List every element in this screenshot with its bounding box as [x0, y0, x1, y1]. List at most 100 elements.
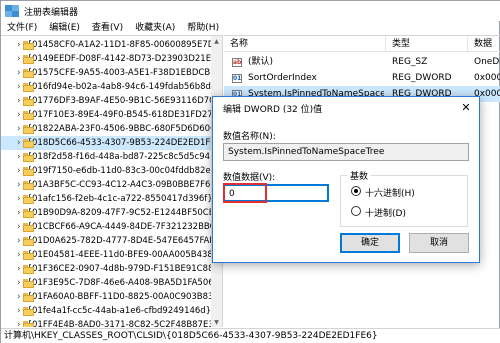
tree-item[interactable]: › {01afc156-f2eb-4c1c-a722-8550417d396f}	[1, 192, 213, 206]
tree-item[interactable]: › {01458CF0-A1A2-11D1-8F85-00600895E7D5}	[1, 38, 222, 52]
menu-view[interactable]: 查看(V)	[86, 21, 129, 35]
value-data-cell: 0x0000	[474, 73, 500, 83]
tree-item[interactable]: › {016fd94e-b02a-4ab8-94c6-149fdab56b8d}	[1, 80, 216, 94]
close-icon[interactable]: ✕	[459, 101, 473, 115]
tree-item[interactable]: › {018f2d58-f16d-448a-bd87-225c8c5d5c94}	[1, 150, 215, 164]
chevron-right-icon[interactable]: ›	[17, 166, 21, 176]
reg-binary-icon: 01	[232, 74, 242, 83]
value-type-cell: REG_DWORD	[392, 73, 452, 83]
value-name-field: System.IsPinnedToNameSpaceTree	[223, 143, 469, 161]
menu-edit[interactable]: 编辑(E)	[43, 21, 86, 35]
chevron-right-icon[interactable]: ›	[17, 138, 21, 148]
chevron-right-icon[interactable]: ›	[17, 320, 21, 327]
tree-item-label: {01afc156-f2eb-4c1c-a722-8550417d396f}	[26, 194, 213, 204]
tree-item[interactable]: › {01FA60A0-BBFF-11D0-8825-00A0C903B83C}	[1, 290, 222, 304]
key-tree-pane: › {01458CF0-A1A2-11D1-8F85-00600895E7D5} ›…	[1, 35, 223, 327]
column-header-data[interactable]: 数据	[468, 36, 500, 52]
base-dec-label[interactable]: 十进制(D)	[365, 206, 406, 219]
tree-item[interactable]: › {01F36CE2-0907-4d8b-979D-F151BE91C883}	[1, 262, 222, 276]
base-hex-label[interactable]: 十六进制(H)	[365, 186, 415, 199]
menu-favorites[interactable]: 收藏夹(A)	[129, 21, 181, 35]
value-data-highlight	[223, 183, 267, 203]
chevron-right-icon[interactable]: ›	[17, 306, 21, 316]
reg-string-icon: ab	[232, 58, 242, 67]
tree-item[interactable]: › {01FF4E4B-8AD0-3171-8C82-5C2F48B87E3D}	[1, 318, 222, 327]
chevron-right-icon[interactable]: ›	[17, 54, 21, 64]
tree-item-label: {01D0A625-782D-4777-8D4E-547E6457FAD5}	[26, 236, 223, 246]
tree-item[interactable]: › {0149EEDF-D08F-4142-8D73-D23903D21E90}	[1, 52, 222, 66]
tree-item-label: {017F10E3-89E4-49F0-B545-618DE31FD27C}	[26, 110, 223, 120]
chevron-right-icon[interactable]: ›	[17, 236, 21, 246]
tree-item[interactable]: › {01776DF3-B9AF-4E50-9B1C-56E93116D704}	[1, 94, 222, 108]
dialog-title-bar: 编辑 DWORD (32 位)值 ✕	[213, 97, 479, 119]
window-title: 注册表编辑器	[24, 7, 79, 18]
tree-item-label: {01FA60A0-BBFF-11D0-8825-00A0C903B83C}	[26, 292, 223, 302]
tree-item-label: {01458CF0-A1A2-11D1-8F85-00600895E7D5}	[26, 40, 223, 50]
regedit-app-icon	[5, 5, 19, 17]
tree-item-label: {01776DF3-B9AF-4E50-9B1C-56E93116D704}	[26, 96, 223, 106]
scroll-down-icon[interactable]: ▼	[211, 317, 222, 327]
menu-file[interactable]: 文件(F)	[1, 21, 43, 35]
values-list-header: 名称 类型 数据	[224, 36, 500, 52]
scroll-up-icon[interactable]: ▲	[211, 36, 222, 47]
tree-item-label: {01575CFE-9A55-4003-A5E1-F38D1EBDCBE1}	[26, 68, 223, 78]
tree-item[interactable]: › {01F3E95C-7D8F-46e6-A408-9BA5D1FA5067}	[1, 276, 222, 290]
ok-button[interactable]: 确定	[340, 233, 400, 253]
base-dec-radio[interactable]	[351, 206, 361, 216]
tree-item[interactable]: › {01D0A625-782D-4777-8D4E-547E6457FAD5}	[1, 234, 222, 248]
value-name-label: 数值名称(N):	[223, 132, 276, 142]
tree-item-label: {01F3E95C-7D8F-46e6-A408-9BA5D1FA5067}	[26, 278, 223, 288]
chevron-right-icon[interactable]: ›	[17, 278, 21, 288]
chevron-right-icon[interactable]: ›	[17, 264, 21, 274]
value-data-label: 数值数据(V):	[223, 173, 276, 183]
tree-item-label: {01A3BF5C-CC93-4C12-A4C3-09B0BBE7F63F}	[26, 180, 223, 190]
chevron-right-icon[interactable]: ›	[17, 82, 21, 92]
chevron-right-icon[interactable]: ›	[17, 110, 21, 120]
tree-item-label: {019f7150-e6db-11d0-83c3-00c04fddb82e}	[26, 166, 217, 176]
chevron-right-icon[interactable]: ›	[17, 40, 21, 50]
tree-item[interactable]: › {018D5C66-4533-4307-9B53-224DE2ED1FE6}	[1, 136, 222, 150]
tree-item[interactable]: › {01E04581-4EEE-11d0-BFE9-00AA005B4383}	[1, 248, 222, 262]
chevron-right-icon[interactable]: ›	[17, 250, 21, 260]
chevron-right-icon[interactable]: ›	[17, 222, 21, 232]
tree-item[interactable]: › {019f7150-e6db-11d0-83c3-00c04fddb82e}	[1, 164, 216, 178]
edit-dword-dialog: 编辑 DWORD (32 位)值 ✕ 数值名称(N): System.IsPin…	[212, 96, 480, 263]
dialog-title: 编辑 DWORD (32 位)值	[223, 105, 323, 115]
registry-editor-window: 注册表编辑器 文件(F) 编辑(E) 查看(V) 收藏夹(A) 帮助(H) › {…	[0, 0, 500, 343]
base-hex-radio[interactable]	[351, 186, 361, 196]
tree-item[interactable]: › {01fe4a1f-cc5c-44ab-a1e6-cfbd9249146d}	[1, 304, 211, 318]
value-name-cell: SortOrderIndex	[248, 73, 317, 83]
chevron-right-icon[interactable]: ›	[17, 180, 21, 190]
value-row[interactable]: 01 SortOrderIndex REG_DWORD 0x0000	[224, 70, 500, 86]
tree-item-label: {018D5C66-4533-4307-9B53-224DE2ED1FE6}	[26, 138, 223, 148]
tree-item[interactable]: › {017F10E3-89E4-49F0-B545-618DE31FD27C}	[1, 108, 222, 122]
column-header-type[interactable]: 类型	[386, 36, 468, 52]
tree-item-label: {01FF4E4B-8AD0-3171-8C82-5C2F48B87E3D}	[26, 320, 223, 327]
chevron-right-icon[interactable]: ›	[17, 152, 21, 162]
menu-help[interactable]: 帮助(H)	[181, 21, 225, 35]
tree-item[interactable]: › {01822ABA-23F0-4506-9BBC-680F5D6D606C}	[1, 122, 222, 136]
cancel-button[interactable]: 取消	[409, 233, 469, 253]
tree-item-label: {01CBCF66-A9CA-4449-84DE-7F321232BBC7}	[26, 222, 223, 232]
tree-item[interactable]: › {01A3BF5C-CC93-4C12-A4C3-09B0BBE7F63F}	[1, 178, 222, 192]
status-bar-path: 计算机\HKEY_CLASSES_ROOT\CLSID\{018D5C66-45…	[1, 328, 500, 343]
tree-item-label: {01E04581-4EEE-11d0-BFE9-00AA005B4383}	[26, 250, 223, 260]
value-type-cell: REG_SZ	[392, 57, 428, 67]
tree-item[interactable]: › {01575CFE-9A55-4003-A5E1-F38D1EBDCBE1}	[1, 66, 222, 80]
column-header-name[interactable]: 名称	[224, 36, 386, 52]
tree-item-label: {01F36CE2-0907-4d8b-979D-F151BE91C883}	[26, 264, 223, 274]
tree-item[interactable]: › {01CBCF66-A9CA-4449-84DE-7F321232BBC7}	[1, 220, 222, 234]
tree-item[interactable]: › {01B90D9A-8209-47F7-9C52-E1244BF50CED}	[1, 206, 222, 220]
tree-item-label: {01fe4a1f-cc5c-44ab-a1e6-cfbd9249146d}	[26, 306, 212, 316]
value-name-cell: (默认)	[248, 57, 274, 67]
chevron-right-icon[interactable]: ›	[17, 96, 21, 106]
value-row[interactable]: ab (默认) REG_SZ OneDri	[224, 54, 500, 70]
chevron-right-icon[interactable]: ›	[17, 194, 21, 204]
base-label: 基数	[347, 169, 372, 182]
chevron-right-icon[interactable]: ›	[17, 292, 21, 302]
chevron-right-icon[interactable]: ›	[17, 124, 21, 134]
menu-bar: 文件(F) 编辑(E) 查看(V) 收藏夹(A) 帮助(H)	[1, 21, 500, 35]
chevron-right-icon[interactable]: ›	[17, 208, 21, 218]
chevron-right-icon[interactable]: ›	[17, 68, 21, 78]
tree-item-label: {016fd94e-b02a-4ab8-94c6-149fdab56b8d}	[26, 82, 217, 92]
